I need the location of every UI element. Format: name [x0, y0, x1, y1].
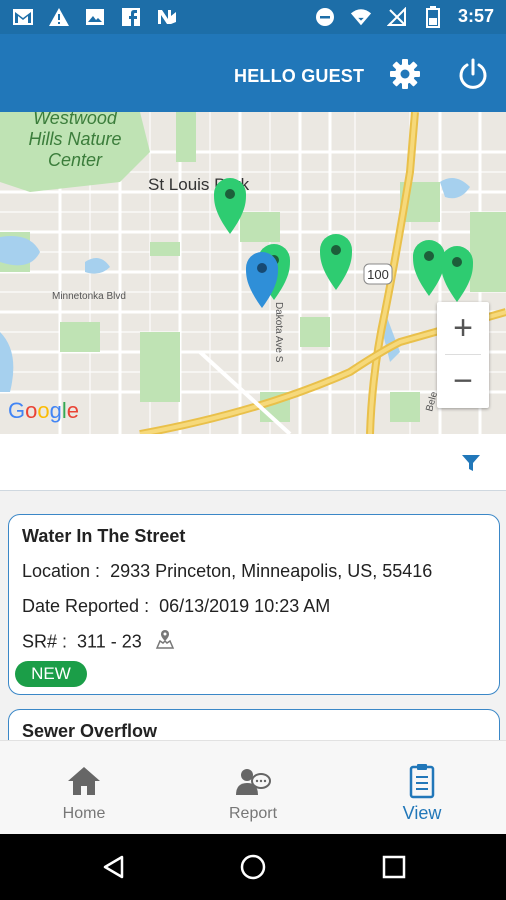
request-title: Water In The Street [22, 526, 186, 546]
map-location-icon[interactable] [155, 630, 175, 655]
road-label-dakota: Dakota Ave S [273, 302, 284, 363]
nav-report[interactable]: Report [193, 741, 313, 835]
status-badge: NEW [15, 661, 87, 687]
nav-view[interactable]: View [362, 741, 482, 835]
park-label-1: Westwood [33, 112, 118, 128]
map-view[interactable]: 100 Westwood Hills Nature Center St Loui… [0, 112, 506, 434]
clock-time: 3:57 [457, 6, 494, 26]
request-date-row: Date Reported : 06/13/2019 10:23 AM [22, 596, 330, 617]
request-title: Sewer Overflow [22, 721, 158, 740]
system-navigation-bar [0, 834, 506, 900]
home-icon [64, 763, 104, 799]
news-icon [156, 7, 178, 27]
date-label: Date Reported : [22, 596, 150, 616]
request-card[interactable]: Sewer Overflow [8, 709, 500, 740]
back-icon[interactable] [102, 855, 126, 879]
clipboard-icon [402, 763, 442, 799]
zoom-in-button[interactable]: + [437, 302, 489, 354]
gmail-icon [12, 7, 34, 27]
zoom-controls: + − [437, 302, 489, 408]
dnd-icon [314, 7, 336, 27]
home-circle-icon[interactable] [240, 854, 266, 880]
status-bar: 3:57 [0, 0, 506, 34]
no-signal-icon [386, 6, 408, 27]
location-label: Location : [22, 561, 101, 581]
request-card[interactable]: Water In The Street Location : 2933 Prin… [8, 514, 500, 695]
greeting-text: HELLO GUEST [234, 66, 365, 86]
report-icon [233, 763, 273, 799]
wifi-icon [350, 7, 372, 27]
request-list[interactable]: Water In The Street Location : 2933 Prin… [0, 491, 506, 740]
image-icon [84, 7, 106, 27]
park-label-3: Center [48, 150, 103, 170]
request-sr-row: SR# : 311 - 23 [22, 630, 175, 655]
gear-icon[interactable] [388, 57, 422, 91]
road-label-minnetonka: Minnetonka Blvd [52, 291, 126, 302]
nav-home-label: Home [62, 805, 106, 822]
filter-icon[interactable] [460, 452, 482, 474]
date-value: 06/13/2019 10:23 AM [159, 596, 331, 616]
nav-home[interactable]: Home [24, 741, 144, 835]
highway-shield-label: 100 [367, 267, 389, 282]
recents-icon[interactable] [382, 855, 406, 879]
nav-report-label: Report [228, 805, 278, 822]
facebook-icon [120, 7, 142, 27]
map-canvas: 100 Westwood Hills Nature Center St Loui… [0, 112, 506, 434]
park-label-2: Hills Nature [28, 129, 121, 149]
alert-icon [48, 7, 70, 27]
google-logo: Google [8, 398, 79, 423]
filter-bar [0, 434, 506, 491]
power-icon[interactable] [456, 57, 490, 91]
zoom-out-button[interactable]: − [437, 355, 489, 407]
location-value: 2933 Princeton, Minneapolis, US, 55416 [110, 561, 433, 581]
battery-icon [422, 5, 444, 28]
sr-value: 311 - 23 [77, 631, 142, 652]
bottom-navigation: Home Report View [0, 740, 506, 835]
nav-view-label: View [402, 803, 442, 823]
sr-label: SR# : [22, 631, 68, 652]
request-location-row: Location : 2933 Princeton, Minneapolis, … [22, 561, 432, 582]
